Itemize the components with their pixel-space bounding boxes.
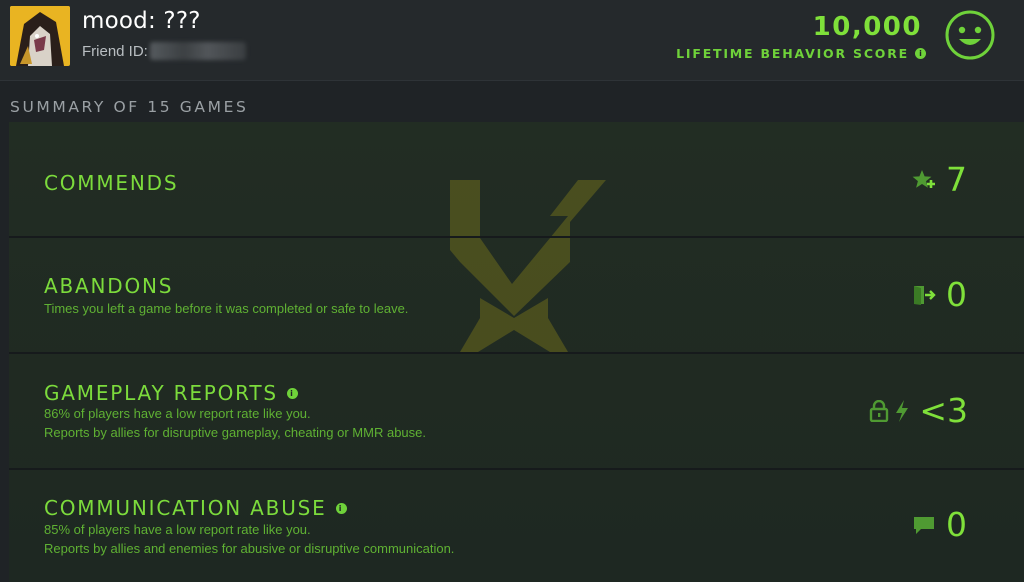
behavior-score-value: 10,000 [812,12,922,42]
row-desc-line: Reports by allies and enemies for abusiv… [44,541,455,556]
player-name: mood: ??? [82,8,201,34]
exit-door-icon [912,284,936,306]
summary-row-communication-abuse: COMMUNICATION ABUSE i 85% of players hav… [9,470,1024,582]
row-title-communication-abuse: COMMUNICATION ABUSE i [44,496,347,520]
info-icon[interactable]: i [286,387,298,399]
summary-row-gameplay-reports: GAMEPLAY REPORTS i 86% of players have a… [9,354,1024,470]
behavior-score-label-row: LIFETIME BEHAVIOR SCORE i [676,46,926,61]
commends-count: 7 [946,160,967,199]
row-title-commends: COMMENDS [44,171,178,195]
abandons-count: 0 [946,275,967,314]
row-title-label: ABANDONS [44,274,174,298]
communication-abuse-count: 0 [946,505,967,544]
lock-icon [869,399,889,422]
row-value-commends: 7 [912,160,968,199]
smiley-face-icon [945,10,995,60]
row-desc-line: 85% of players have a low report rate li… [44,522,311,537]
row-desc-line: Reports by allies for disruptive gamepla… [44,425,426,440]
row-value-abandons: 0 [912,275,968,314]
row-title-label: COMMENDS [44,171,179,195]
info-icon[interactable]: i [915,48,926,59]
gameplay-reports-count: <3 [919,391,968,430]
friend-id-label: Friend ID: [82,42,148,60]
row-desc-communication-abuse: 85% of players have a low report rate li… [44,520,454,558]
info-icon[interactable]: i [335,502,347,514]
row-title-label: COMMUNICATION ABUSE [44,496,327,520]
summary-row-commends: COMMENDS 7 [9,122,1024,238]
row-title-label: GAMEPLAY REPORTS [44,381,278,405]
friend-id-redacted [149,42,246,60]
behavior-score-label: LIFETIME BEHAVIOR SCORE [676,46,909,61]
summary-row-abandons: ABANDONS Times you left a game before it… [9,238,1024,354]
chat-bubble-icon [912,514,936,536]
star-plus-icon [912,169,936,191]
row-value-communication-abuse: 0 [912,505,968,544]
profile-header: mood: ??? Friend ID: 10,000 LIFETIME BEH… [0,0,1024,81]
row-desc-abandons: Times you left a game before it was comp… [44,299,408,318]
friend-id: Friend ID: [82,41,246,61]
lightning-icon [895,399,909,422]
summary-title: SUMMARY OF 15 GAMES [10,98,249,116]
row-title-gameplay-reports: GAMEPLAY REPORTS i [44,381,298,405]
row-desc-line: Times you left a game before it was comp… [44,301,409,316]
row-title-abandons: ABANDONS [44,274,173,298]
row-desc-line: 86% of players have a low report rate li… [44,406,311,421]
avatar[interactable] [10,6,70,66]
row-value-gameplay-reports: <3 [869,391,968,430]
row-desc-gameplay-reports: 86% of players have a low report rate li… [44,404,426,442]
